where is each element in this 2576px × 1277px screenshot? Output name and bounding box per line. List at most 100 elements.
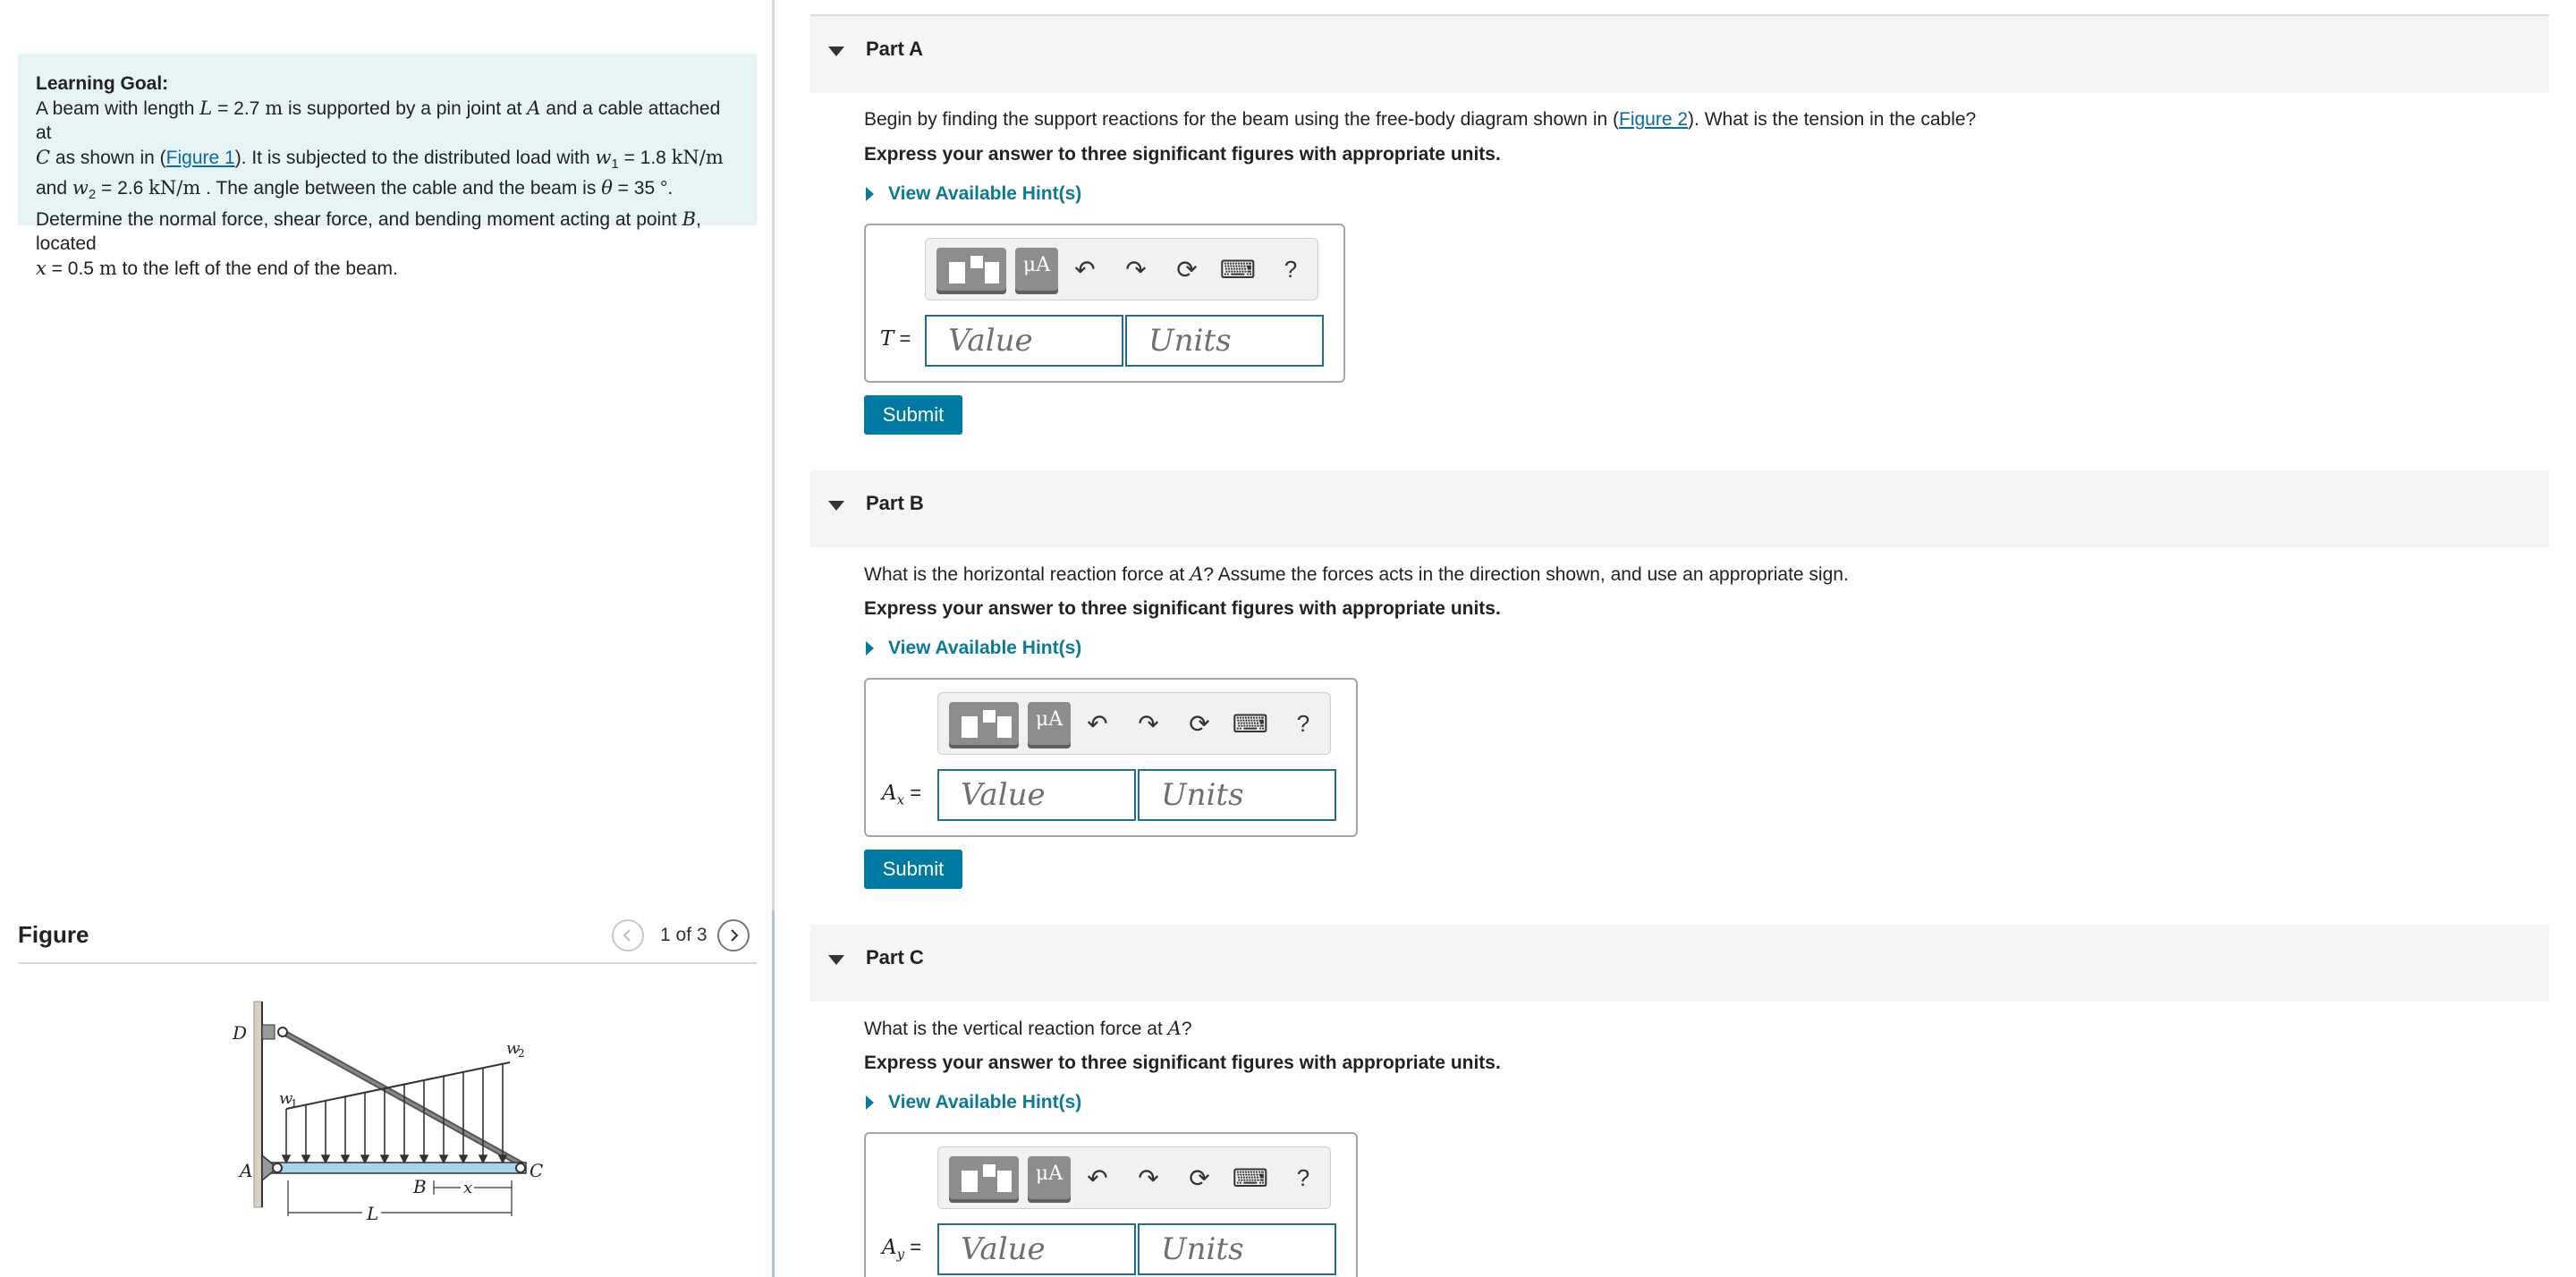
figure-header: Figure 1 of 3 <box>18 914 757 964</box>
math-var: x <box>36 257 47 279</box>
learning-goal-title: Learning Goal: <box>36 73 169 94</box>
part-a-header[interactable]: Part A <box>810 16 2549 93</box>
caret-down-icon[interactable] <box>828 501 844 511</box>
math-var: A <box>1190 563 1204 585</box>
redo-icon[interactable]: ↷ <box>1132 1162 1165 1194</box>
part-b-question: What is the horizontal reaction force at… <box>864 563 1849 586</box>
redo-icon[interactable]: ↷ <box>1120 253 1152 285</box>
part-b-title: Part B <box>866 492 924 514</box>
part-b-hint-link[interactable]: View Available Hint(s) <box>864 638 1081 659</box>
hint-label: View Available Hint(s) <box>888 638 1082 658</box>
undo-icon[interactable]: ↶ <box>1069 253 1101 285</box>
reset-icon[interactable]: ⟳ <box>1183 1162 1216 1194</box>
text-segment: as shown in ( <box>50 147 166 168</box>
help-icon[interactable]: ? <box>1275 253 1307 285</box>
math-var: C <box>36 146 51 168</box>
part-a-submit-button[interactable]: Submit <box>864 395 962 435</box>
part-c-header[interactable]: Part C <box>810 925 2549 1002</box>
part-c-answer-box: μA ↶ ↷ ⟳ ⌨ ? Ay = Value Units <box>864 1132 1358 1277</box>
beam-figure: D A C B x L w 1 w 2 <box>232 1001 543 1224</box>
joint-d <box>277 1027 288 1037</box>
load-arrows <box>281 1064 508 1164</box>
figure-1-link[interactable]: Figure 1 <box>166 148 235 168</box>
value-input[interactable]: Value <box>937 1223 1136 1275</box>
math-var: L <box>199 97 213 119</box>
joint-c <box>515 1163 526 1173</box>
math-var: T <box>880 327 894 351</box>
part-a-instruction: Express your answer to three significant… <box>864 144 1501 165</box>
text-segment: to the left of the end of the beam. <box>116 258 398 279</box>
label-w2-sub: 2 <box>518 1047 525 1060</box>
help-icon[interactable]: ? <box>1287 707 1319 740</box>
text-segment: ). It is subjected to the distributed lo… <box>234 147 596 168</box>
question-text: What is the vertical reaction force at <box>864 1019 1168 1039</box>
hint-label: View Available Hint(s) <box>888 183 1082 204</box>
learning-goal-text: A beam with length L = 2.7 m is supporte… <box>36 97 739 282</box>
label-l: L <box>366 1203 378 1224</box>
text-segment: Determine the normal force, shear force,… <box>36 208 682 230</box>
label-c: C <box>530 1160 543 1181</box>
part-c-title: Part C <box>866 946 924 968</box>
units-button[interactable]: μA <box>1028 1156 1071 1203</box>
units-input[interactable]: Units <box>1138 769 1336 821</box>
value-input[interactable]: Value <box>925 315 1123 367</box>
next-figure-button[interactable] <box>717 919 750 951</box>
question-text: ). What is the tension in the cable? <box>1688 109 1977 130</box>
keyboard-icon[interactable]: ⌨ <box>1233 707 1268 740</box>
undo-icon[interactable]: ↶ <box>1081 707 1114 740</box>
wall <box>253 1001 263 1208</box>
text-segment: A beam with length <box>36 97 200 119</box>
math-var: A <box>1167 1018 1182 1039</box>
figure-2-link[interactable]: Figure 2 <box>1619 109 1688 130</box>
var-label-t: T = <box>880 327 911 351</box>
math-sub: x <box>896 791 905 808</box>
part-a-title: Part A <box>866 38 923 60</box>
keyboard-icon[interactable]: ⌨ <box>1233 1162 1268 1194</box>
equals-sign: = <box>904 782 922 804</box>
reset-icon[interactable]: ⟳ <box>1171 253 1203 285</box>
chevron-right-icon <box>731 929 739 942</box>
caret-right-icon <box>866 1095 874 1110</box>
prev-figure-button[interactable] <box>612 919 644 951</box>
units-button[interactable]: μA <box>1028 702 1071 748</box>
help-icon[interactable]: ? <box>1287 1162 1319 1194</box>
chevron-left-icon <box>623 929 631 942</box>
math-var: w <box>72 177 89 199</box>
templates-button[interactable] <box>936 248 1006 294</box>
caret-down-icon[interactable] <box>828 47 844 56</box>
math-var: B <box>682 207 696 230</box>
math-toolbar: μA ↶ ↷ ⟳ ⌨ ? <box>937 692 1331 755</box>
figure-counter: 1 of 3 <box>660 925 708 945</box>
reset-icon[interactable]: ⟳ <box>1183 707 1216 740</box>
part-b-submit-button[interactable]: Submit <box>864 850 962 889</box>
part-b-header[interactable]: Part B <box>810 470 2549 547</box>
templates-button[interactable] <box>949 1156 1019 1203</box>
units-input[interactable]: Units <box>1125 315 1324 367</box>
left-pane: Learning Goal: A beam with length L = 2.… <box>0 0 775 1277</box>
templates-button[interactable] <box>949 702 1019 748</box>
keyboard-icon[interactable]: ⌨ <box>1220 253 1256 285</box>
value-input[interactable]: Value <box>937 769 1136 821</box>
part-a-answer-box: μA ↶ ↷ ⟳ ⌨ ? T = Value Units <box>864 224 1345 383</box>
redo-icon[interactable]: ↷ <box>1132 707 1165 740</box>
math-var: θ <box>601 177 613 199</box>
part-c-hint-link[interactable]: View Available Hint(s) <box>864 1092 1081 1113</box>
pane-divider[interactable] <box>772 910 775 1277</box>
part-a-hint-link[interactable]: View Available Hint(s) <box>864 183 1081 205</box>
units-button[interactable]: μA <box>1015 248 1058 294</box>
equals-sign: = <box>904 1236 922 1258</box>
undo-icon[interactable]: ↶ <box>1081 1162 1114 1194</box>
caret-right-icon <box>866 187 874 201</box>
math-toolbar: μA ↶ ↷ ⟳ ⌨ ? <box>925 238 1318 300</box>
math-unit: kN/m <box>671 146 724 168</box>
equals-sign: = <box>894 327 911 350</box>
part-b-instruction: Express your answer to three significant… <box>864 598 1501 619</box>
question-text: ? Assume the forces acts in the directio… <box>1203 564 1849 585</box>
hint-label: View Available Hint(s) <box>888 1092 1082 1112</box>
label-b: B <box>412 1176 427 1197</box>
caret-down-icon[interactable] <box>828 955 844 965</box>
units-input[interactable]: Units <box>1138 1223 1336 1275</box>
part-a-question: Begin by finding the support reactions f… <box>864 109 1976 131</box>
math-toolbar: μA ↶ ↷ ⟳ ⌨ ? <box>937 1146 1331 1209</box>
text-segment: = 2.6 <box>96 178 149 199</box>
